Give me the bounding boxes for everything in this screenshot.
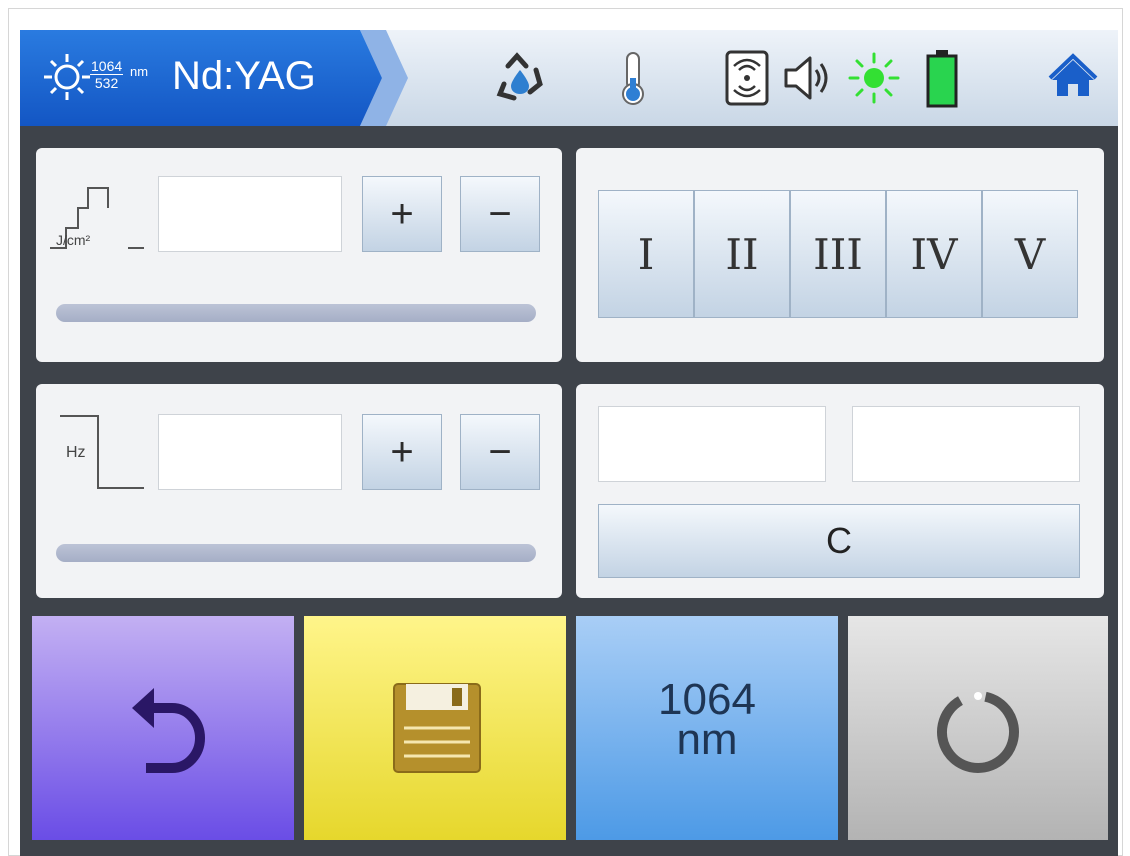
energy-plus-button[interactable]: + <box>362 176 442 252</box>
indicator-light-icon <box>848 52 900 104</box>
save-button[interactable] <box>304 616 566 840</box>
status-bar: 1064 532 nm Nd:YAG <box>20 30 1118 126</box>
wavelength-label: 1064 532 nm <box>90 58 148 91</box>
frequency-plus-button[interactable]: + <box>362 414 442 490</box>
thermometer-icon[interactable] <box>616 48 650 108</box>
wavelength-primary: 1064 <box>90 58 124 75</box>
energy-panel: J/cm² + − <box>36 148 562 362</box>
frequency-unit-label: Hz <box>66 444 86 461</box>
frequency-slider[interactable] <box>56 544 536 562</box>
home-icon[interactable] <box>1048 48 1098 108</box>
frequency-panel: Hz + − <box>36 384 562 598</box>
proximity-sensor-icon[interactable] <box>724 48 770 108</box>
frequency-value-field[interactable] <box>158 414 342 490</box>
mode-button-1[interactable]: I <box>598 190 694 318</box>
wavelength-button-label: 1064 nm <box>576 675 838 764</box>
mode-panel: I II III IV V <box>576 148 1104 362</box>
sun-icon <box>44 54 90 100</box>
frequency-minus-button[interactable]: − <box>460 414 540 490</box>
mode-button-5[interactable]: V <box>982 190 1078 318</box>
energy-unit-label: J/cm² <box>56 232 91 248</box>
clear-counter-button[interactable]: C <box>598 504 1080 578</box>
standby-ring-icon <box>937 691 1019 773</box>
wavelength-button-unit: nm <box>676 715 738 764</box>
mode-button-4[interactable]: IV <box>886 190 982 318</box>
standby-button[interactable] <box>848 616 1108 840</box>
mode-button-2[interactable]: II <box>694 190 790 318</box>
wavelength-toggle-button[interactable]: 1064 nm <box>576 616 838 840</box>
wavelength-button-value: 1064 <box>658 675 756 724</box>
energy-value-field[interactable] <box>158 176 342 252</box>
recycle-water-icon[interactable] <box>490 48 550 108</box>
undo-arrow-icon <box>132 688 206 773</box>
back-button[interactable] <box>32 616 294 840</box>
wavelength-secondary: 532 <box>94 75 119 91</box>
floppy-disk-icon <box>393 683 481 773</box>
battery-icon <box>926 50 958 108</box>
device-screen: 1064 532 nm Nd:YAG J/cm² + − I II III IV… <box>20 30 1118 856</box>
counter-field-right <box>852 406 1080 482</box>
laser-brand-tab: 1064 532 nm Nd:YAG <box>20 30 382 126</box>
counter-panel: C <box>576 384 1104 598</box>
energy-minus-button[interactable]: − <box>460 176 540 252</box>
counter-field-left <box>598 406 826 482</box>
wavelength-unit: nm <box>130 64 149 79</box>
laser-type-title: Nd:YAG <box>172 54 316 98</box>
speaker-icon[interactable] <box>780 48 836 108</box>
energy-slider[interactable] <box>56 304 536 322</box>
mode-button-3[interactable]: III <box>790 190 886 318</box>
